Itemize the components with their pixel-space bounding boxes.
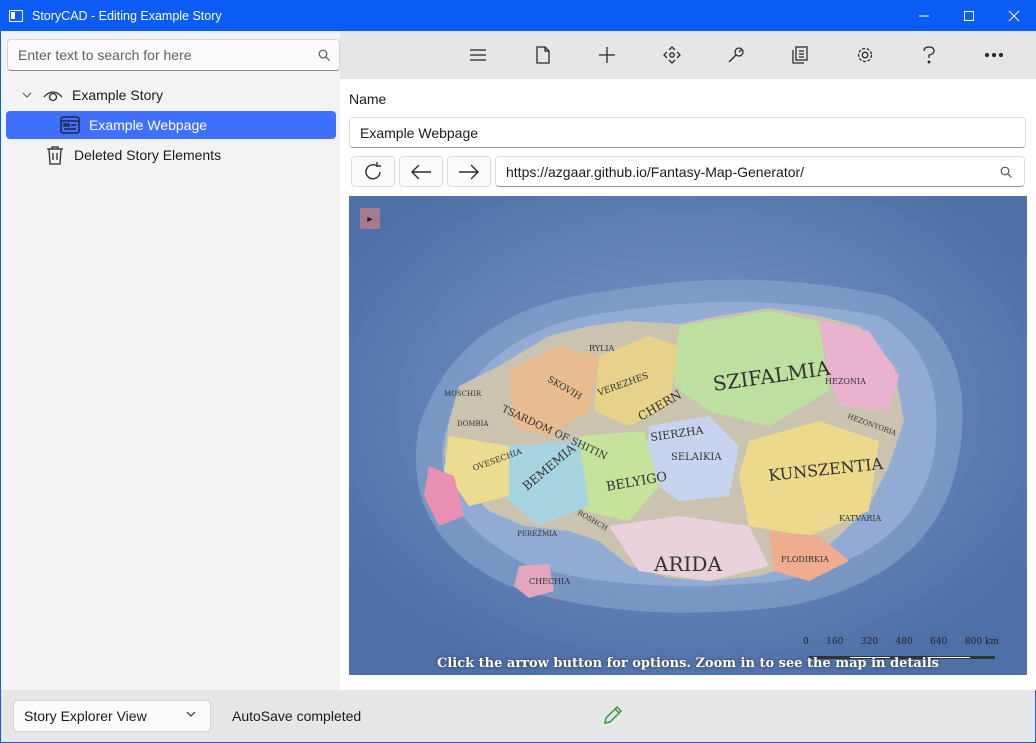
trash-icon (44, 144, 66, 166)
map-options-toggle[interactable]: ► (360, 208, 380, 229)
window-controls (901, 0, 1036, 31)
help-icon (923, 46, 935, 64)
search-box (7, 39, 340, 71)
map-caption: Click the arrow button for options. Zoom… (436, 656, 940, 671)
webview[interactable]: SZIFALMIA KUNSZENTIA ARIDA BELYIGO BEMEM… (349, 196, 1027, 675)
new-file-icon (536, 46, 550, 64)
arrow-left-icon (411, 164, 431, 179)
add-button[interactable] (585, 35, 629, 75)
navigation-pane: Example Story Example Webpage Deleted St… (0, 31, 340, 690)
search-icon[interactable] (309, 49, 339, 61)
tree-item-label: Example Webpage (89, 117, 208, 133)
region-label: SELAIKIA (671, 452, 722, 463)
content-pane: Name Example Webpage https://azgaar.gith… (340, 79, 1036, 690)
tools-icon (728, 47, 744, 63)
settings-icon (857, 47, 872, 63)
fantasy-map[interactable]: SZIFALMIA KUNSZENTIA ARIDA BELYIGO BEMEM… (349, 196, 1027, 675)
status-message: AutoSave completed (232, 708, 362, 724)
webpage-icon (59, 114, 81, 136)
scale-tick: 160 (826, 637, 844, 647)
scale-tick: 320 (860, 637, 879, 647)
maximize-icon (963, 10, 974, 21)
close-icon (1008, 10, 1019, 21)
url-box (495, 156, 1025, 187)
scale-tick: 0 (803, 637, 809, 647)
minimize-button[interactable] (901, 0, 946, 31)
pencil-icon[interactable] (602, 704, 624, 726)
tree-item-label: Deleted Story Elements (74, 147, 222, 163)
app-icon (9, 9, 23, 22)
command-bar (340, 31, 1036, 79)
scale-tick: 640 (930, 637, 948, 647)
maximize-button[interactable] (946, 0, 991, 31)
chevron-down-icon (186, 711, 196, 717)
name-field[interactable] (349, 117, 1026, 148)
scale-tick: 800 km (964, 637, 999, 647)
search-input[interactable] (8, 47, 309, 63)
region-label: RYLIA (589, 344, 615, 353)
story-tree: Example Story Example Webpage Deleted St… (1, 79, 341, 171)
view-select[interactable]: Story Explorer View (13, 700, 211, 732)
close-button[interactable] (991, 0, 1036, 31)
tree-item-example-story[interactable]: Example Story (6, 81, 336, 109)
title-bar: StoryCAD - Editing Example Story (0, 0, 1036, 31)
region-label: ARIDA (653, 552, 722, 576)
status-bar: Story Explorer View AutoSave completed (0, 690, 1036, 743)
search-icon[interactable] (988, 166, 1024, 178)
region-label: KATVARIA (839, 514, 882, 523)
region-label: CHECHIA (529, 577, 570, 586)
add-icon (599, 47, 616, 63)
tools-button[interactable] (714, 35, 758, 75)
region-label: PEREZMIA (517, 530, 558, 538)
reports-icon (792, 46, 809, 64)
reports-button[interactable] (778, 35, 822, 75)
more-icon (984, 52, 1003, 58)
tree-item-example-webpage[interactable]: Example Webpage (6, 111, 336, 139)
back-button[interactable] (399, 156, 443, 187)
region-label: MOSCHIR (444, 390, 482, 398)
chevron-down-icon[interactable] (20, 91, 34, 99)
menu-button[interactable] (456, 35, 500, 75)
scale-tick: 480 (895, 637, 913, 647)
more-button[interactable] (972, 35, 1016, 75)
forward-button[interactable] (447, 156, 491, 187)
region-label: HEZONIA (825, 377, 866, 386)
region-label: DOMBIA (457, 420, 489, 428)
name-label: Name (349, 91, 387, 107)
region-label: FLODIRKIA (781, 555, 829, 564)
tree-item-label: Example Story (72, 87, 164, 103)
eye-icon (42, 84, 64, 106)
settings-button[interactable] (843, 35, 887, 75)
tree-item-deleted-story-elements[interactable]: Deleted Story Elements (6, 141, 336, 169)
minimize-icon (918, 15, 929, 16)
move-icon (662, 46, 681, 64)
refresh-button[interactable] (351, 156, 395, 187)
help-button[interactable] (907, 35, 951, 75)
url-input[interactable] (496, 163, 988, 180)
new-file-button[interactable] (520, 35, 564, 75)
view-select-value: Story Explorer View (24, 708, 147, 724)
window-title: StoryCAD - Editing Example Story (32, 8, 222, 23)
refresh-icon (365, 161, 381, 179)
move-button[interactable] (649, 35, 693, 75)
arrow-right-icon (459, 164, 479, 179)
menu-icon (470, 49, 487, 61)
